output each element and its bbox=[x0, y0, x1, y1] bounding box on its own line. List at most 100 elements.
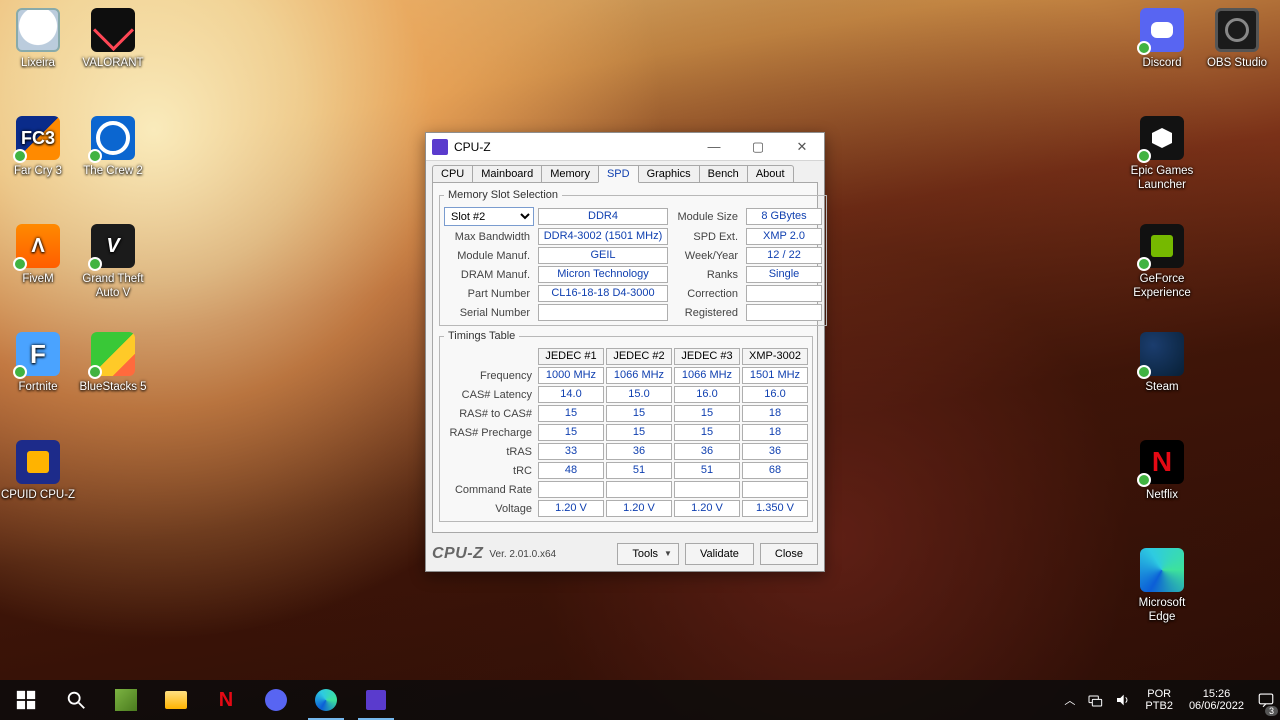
timings-col-header: JEDEC #3 bbox=[674, 348, 740, 365]
desktop-icon-obs[interactable]: OBS Studio bbox=[1199, 8, 1275, 70]
tab-panel: Memory Slot Selection Slot #2 DDR4 Modul… bbox=[432, 182, 818, 533]
tools-button[interactable]: Tools bbox=[617, 543, 679, 565]
timings-table: Timings Table JEDEC #1JEDEC #2JEDEC #3XM… bbox=[439, 330, 813, 522]
folder-icon bbox=[165, 691, 187, 709]
tray-language[interactable]: POR PTB2 bbox=[1137, 680, 1181, 720]
volume-icon bbox=[1115, 692, 1131, 708]
disc-icon bbox=[1140, 8, 1184, 52]
tab-graphics[interactable]: Graphics bbox=[638, 165, 700, 183]
desktop-icon-fc3[interactable]: FC3Far Cry 3 bbox=[0, 116, 76, 178]
fort-icon: F bbox=[16, 332, 60, 376]
taskbar-app-explorer[interactable] bbox=[152, 680, 200, 720]
tray-volume[interactable] bbox=[1109, 680, 1137, 720]
taskbar-app-cpuz[interactable] bbox=[352, 680, 400, 720]
timings-cell: 1.20 V bbox=[606, 500, 672, 517]
desktop-icon-nfx[interactable]: NNetflix bbox=[1124, 440, 1200, 502]
tab-memory[interactable]: Memory bbox=[541, 165, 599, 183]
cpuz-logo-text: CPU-Z bbox=[432, 545, 483, 563]
timings-row-label: Voltage bbox=[444, 503, 536, 515]
timings-cell: 36 bbox=[606, 443, 672, 460]
timings-row-label: Frequency bbox=[444, 370, 536, 382]
blue-icon bbox=[91, 332, 135, 376]
timings-cell: 1066 MHz bbox=[606, 367, 672, 384]
close-button[interactable]: ✕ bbox=[780, 133, 824, 161]
tab-mainboard[interactable]: Mainboard bbox=[472, 165, 542, 183]
desktop-icon-fort[interactable]: FFortnite bbox=[0, 332, 76, 394]
start-button[interactable] bbox=[2, 680, 50, 720]
taskbar-app-edge[interactable] bbox=[302, 680, 350, 720]
tab-cpu[interactable]: CPU bbox=[432, 165, 473, 183]
timings-cell: 18 bbox=[742, 405, 808, 422]
field-ranks: Single bbox=[746, 266, 822, 283]
desktop-icon-val[interactable]: VALORANT bbox=[75, 8, 151, 70]
tray-clock[interactable]: 15:26 06/06/2022 bbox=[1181, 680, 1252, 720]
timings-col-header: JEDEC #1 bbox=[538, 348, 604, 365]
desktop-icon-fivem[interactable]: ΛFiveM bbox=[0, 224, 76, 286]
desktop-icon-edge[interactable]: Microsoft Edge bbox=[1124, 548, 1200, 624]
bin-icon bbox=[16, 8, 60, 52]
slot-select[interactable]: Slot #2 bbox=[444, 207, 534, 226]
timings-col-header: XMP-3002 bbox=[742, 348, 808, 365]
fc3-icon: FC3 bbox=[16, 116, 60, 160]
taskbar-app-netflix[interactable]: N bbox=[202, 680, 250, 720]
obs-icon bbox=[1215, 8, 1259, 52]
desktop-icon-disc[interactable]: Discord bbox=[1124, 8, 1200, 70]
cpuz-icon bbox=[366, 690, 386, 710]
field-serial-number bbox=[538, 304, 668, 321]
val-icon bbox=[91, 8, 135, 52]
timings-cell bbox=[674, 481, 740, 498]
desktop-icon-bin[interactable]: Lixeira bbox=[0, 8, 76, 70]
timings-cell: 1066 MHz bbox=[674, 367, 740, 384]
timings-row-label: CAS# Latency bbox=[444, 389, 536, 401]
tab-spd[interactable]: SPD bbox=[598, 165, 639, 183]
taskbar-app-minecraft[interactable] bbox=[102, 680, 150, 720]
timings-cell: 1.350 V bbox=[742, 500, 808, 517]
search-button[interactable] bbox=[52, 680, 100, 720]
desktop-icon-cpuz[interactable]: CPUID CPU-Z bbox=[0, 440, 76, 502]
timings-cell: 15 bbox=[674, 405, 740, 422]
tray-chevron[interactable]: ︿ bbox=[1058, 680, 1081, 720]
timings-cell: 51 bbox=[606, 462, 672, 479]
desktop-icon-crew[interactable]: The Crew 2 bbox=[75, 116, 151, 178]
cpuz-icon bbox=[16, 440, 60, 484]
minimize-button[interactable]: ― bbox=[692, 133, 736, 161]
tray-network[interactable] bbox=[1081, 680, 1109, 720]
timings-cell: 15 bbox=[606, 405, 672, 422]
field-type: DDR4 bbox=[538, 208, 668, 225]
timings-cell: 15 bbox=[606, 424, 672, 441]
timings-row-label: RAS# Precharge bbox=[444, 427, 536, 439]
tab-bench[interactable]: Bench bbox=[699, 165, 748, 183]
validate-button[interactable]: Validate bbox=[685, 543, 754, 565]
titlebar[interactable]: CPU-Z ― ▢ ✕ bbox=[426, 133, 824, 161]
timings-cell bbox=[742, 481, 808, 498]
tray-notifications[interactable]: 3 bbox=[1252, 680, 1280, 720]
field-max-bandwidth: DDR4-3002 (1501 MHz) bbox=[538, 228, 668, 245]
maximize-button[interactable]: ▢ bbox=[736, 133, 780, 161]
desktop-icon-nv[interactable]: GeForce Experience bbox=[1124, 224, 1200, 300]
desktop-icon-blue[interactable]: BlueStacks 5 bbox=[75, 332, 151, 394]
desktop-icon-epic[interactable]: Epic Games Launcher bbox=[1124, 116, 1200, 192]
windows-icon bbox=[15, 689, 37, 711]
memory-slot-selection: Memory Slot Selection Slot #2 DDR4 Modul… bbox=[439, 189, 827, 326]
edge-icon bbox=[315, 689, 337, 711]
tab-about[interactable]: About bbox=[747, 165, 794, 183]
close-button-footer[interactable]: Close bbox=[760, 543, 818, 565]
field-spd-ext: XMP 2.0 bbox=[746, 228, 822, 245]
desktop-icon-steam[interactable]: Steam bbox=[1124, 332, 1200, 394]
timings-cell: 15 bbox=[538, 405, 604, 422]
search-icon bbox=[65, 689, 87, 711]
field-correction bbox=[746, 285, 822, 302]
field-registered bbox=[746, 304, 822, 321]
timings-cell: 48 bbox=[538, 462, 604, 479]
version-text: Ver. 2.01.0.x64 bbox=[489, 549, 556, 560]
timings-row-label: tRC bbox=[444, 465, 536, 477]
tabstrip: CPUMainboardMemorySPDGraphicsBenchAbout bbox=[426, 161, 824, 183]
timings-cell: 16.0 bbox=[674, 386, 740, 403]
steam-icon bbox=[1140, 332, 1184, 376]
field-module-size: 8 GBytes bbox=[746, 208, 822, 225]
taskbar-app-discord[interactable] bbox=[252, 680, 300, 720]
timings-cell: 1.20 V bbox=[674, 500, 740, 517]
timings-cell bbox=[538, 481, 604, 498]
field-part-number: CL16-18-18 D4-3000 bbox=[538, 285, 668, 302]
desktop-icon-gtav[interactable]: VGrand Theft Auto V bbox=[75, 224, 151, 300]
